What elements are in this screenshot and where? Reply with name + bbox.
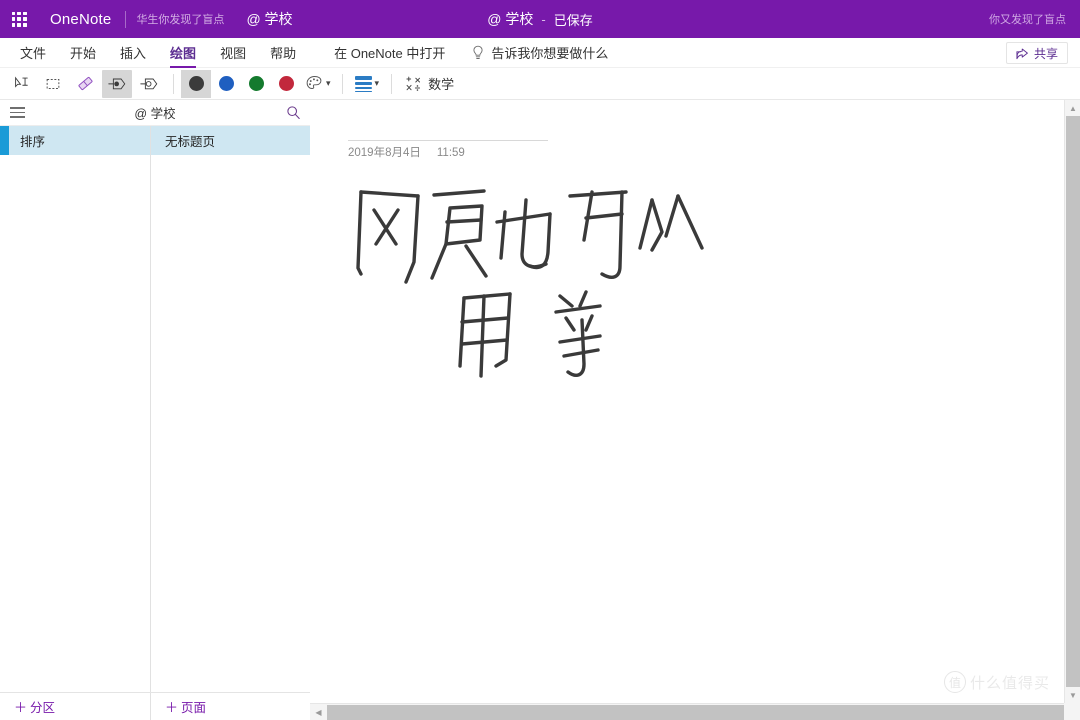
- waffle-grid-icon: [11, 11, 27, 27]
- pen-tool-icon[interactable]: [102, 69, 132, 98]
- color-swatch-red[interactable]: [271, 70, 301, 98]
- lasso-select-tool-icon[interactable]: [38, 70, 68, 98]
- pages-column: 无标题页: [151, 126, 310, 706]
- math-label: 数学: [428, 77, 455, 92]
- share-button[interactable]: 共享: [1005, 42, 1068, 64]
- type-select-tool-icon[interactable]: [6, 70, 36, 98]
- eraser-glyph: [77, 76, 93, 91]
- highlighter-tool-icon[interactable]: [134, 70, 164, 98]
- hamburger-menu-icon[interactable]: [0, 100, 34, 126]
- scroll-left-arrow-icon[interactable]: ◀: [310, 704, 327, 720]
- tab-help[interactable]: 帮助: [258, 38, 308, 68]
- page-title-underline: [348, 140, 548, 141]
- toolbar-divider-3: [391, 73, 393, 94]
- dashed-rectangle-glyph: [46, 78, 60, 89]
- scrollbar-corner: [1064, 703, 1080, 720]
- ink-handwriting: [356, 189, 704, 378]
- pen-outline-glyph: [140, 78, 158, 89]
- math-icon: [406, 76, 421, 91]
- color-palette-dropdown[interactable]: ▾: [301, 70, 335, 98]
- plus-icon: ＋: [14, 700, 28, 715]
- swatch-dot-black: [188, 76, 204, 91]
- share-label: 共享: [1033, 46, 1058, 61]
- draw-toolbar: ▾ ▾ 数学: [0, 68, 1080, 100]
- tell-me-search[interactable]: 告诉我你想要做什么: [491, 43, 608, 62]
- canvas-area: 2019年8月4日 11:59 值 什么值得买 ▲ ▼ ◀: [310, 100, 1080, 720]
- navigation-panel: @ 学校 排序 无标题页 ＋ 分区 ＋ 页面: [0, 100, 310, 720]
- share-icon: [1016, 48, 1028, 59]
- color-swatch-green[interactable]: [241, 70, 271, 98]
- sections-column: 排序: [0, 126, 151, 706]
- document-title[interactable]: @ 学校: [487, 9, 533, 29]
- save-status-label: 已保存: [553, 12, 593, 28]
- page-date: 2019年8月4日: [348, 147, 421, 159]
- section-item-sort[interactable]: 排序: [0, 126, 150, 155]
- tab-home[interactable]: 开始: [58, 38, 108, 68]
- palette-icon: [306, 76, 322, 89]
- chevron-down-icon: ▾: [374, 78, 380, 88]
- lightbulb-icon[interactable]: [467, 38, 489, 68]
- watermark-bottom-text: 什么值得买: [969, 674, 1050, 692]
- app-name-label: OneNote: [50, 10, 112, 28]
- tab-view[interactable]: 视图: [208, 38, 258, 68]
- page-item-untitled[interactable]: 无标题页: [151, 126, 310, 155]
- app-launcher-waffle-icon[interactable]: [0, 0, 38, 38]
- title-bar: OneNote 华生你发现了盲点 @ 学校 @ 学校 - 已保存 你又发现了盲点: [0, 0, 1080, 38]
- vertical-scrollbar[interactable]: ▲ ▼: [1064, 100, 1080, 703]
- magnifier-glyph: [286, 106, 300, 120]
- title-divider: [125, 10, 127, 28]
- ribbon-tab-strip: 文件 开始 插入 绘图 视图 帮助 在 OneNote 中打开 告诉我你想要做什…: [0, 38, 1080, 68]
- watermark-bottom: 值 什么值得买: [943, 671, 1050, 693]
- page-label: 无标题页: [165, 135, 216, 149]
- chevron-down-icon: ▾: [326, 78, 331, 88]
- cursor-text-glyph: [15, 76, 28, 88]
- horizontal-scroll-thumb[interactable]: [327, 705, 1064, 720]
- page-datetime: 2019年8月4日 11:59: [348, 144, 465, 160]
- scroll-down-arrow-icon[interactable]: ▼: [1065, 687, 1080, 703]
- color-swatch-blue[interactable]: [211, 70, 241, 98]
- watermark-logo-icon: 值: [943, 671, 966, 693]
- open-in-onenote-button[interactable]: 在 OneNote 中打开: [322, 43, 457, 62]
- nav-columns: 排序 无标题页: [0, 126, 310, 706]
- notebook-tag-label[interactable]: @ 学校: [246, 9, 292, 29]
- note-page[interactable]: 2019年8月4日 11:59 值 什么值得买: [310, 100, 1064, 703]
- notebook-title: @ 学校: [134, 107, 176, 121]
- nav-footer: ＋ 分区 ＋ 页面: [0, 692, 310, 720]
- eraser-tool-icon[interactable]: [70, 70, 100, 98]
- math-button[interactable]: 数学: [399, 70, 460, 98]
- scroll-up-arrow-icon[interactable]: ▲: [1065, 100, 1080, 116]
- add-section-button[interactable]: ＋ 分区: [0, 693, 151, 720]
- page-time: 11:59: [436, 147, 465, 159]
- pen-filled-glyph: [108, 78, 126, 89]
- swatch-dot-red: [278, 76, 294, 91]
- toolbar-divider-2: [341, 73, 343, 94]
- color-swatch-black[interactable]: [181, 69, 211, 98]
- tab-insert[interactable]: 插入: [108, 38, 158, 68]
- section-label: 排序: [20, 135, 46, 149]
- lightbulb-glyph: [473, 45, 483, 59]
- swatch-dot-green: [248, 76, 264, 91]
- search-icon[interactable]: [276, 100, 310, 126]
- watermark-left: 华生你发现了盲点: [136, 14, 225, 26]
- add-section-label: 分区: [30, 701, 56, 715]
- horizontal-scrollbar[interactable]: ◀: [310, 703, 1064, 720]
- add-page-label: 页面: [181, 701, 207, 715]
- vertical-scroll-thumb[interactable]: [1066, 116, 1080, 687]
- tab-draw[interactable]: 绘图: [158, 38, 208, 68]
- section-accent-bar: [0, 126, 9, 155]
- pen-thickness-dropdown[interactable]: ▾: [350, 70, 385, 98]
- watermark-right: 你又发现了盲点: [989, 14, 1066, 26]
- title-separator: -: [541, 11, 546, 27]
- swatch-dot-blue: [218, 76, 234, 91]
- plus-icon: ＋: [165, 700, 179, 715]
- thickness-lines-icon: [354, 75, 372, 92]
- onenote-web-window: OneNote 华生你发现了盲点 @ 学校 @ 学校 - 已保存 你又发现了盲点…: [0, 0, 1080, 720]
- toolbar-divider-1: [173, 73, 174, 94]
- add-page-button[interactable]: ＋ 页面: [151, 693, 310, 720]
- nav-header: @ 学校: [0, 100, 310, 126]
- tab-file[interactable]: 文件: [8, 38, 58, 68]
